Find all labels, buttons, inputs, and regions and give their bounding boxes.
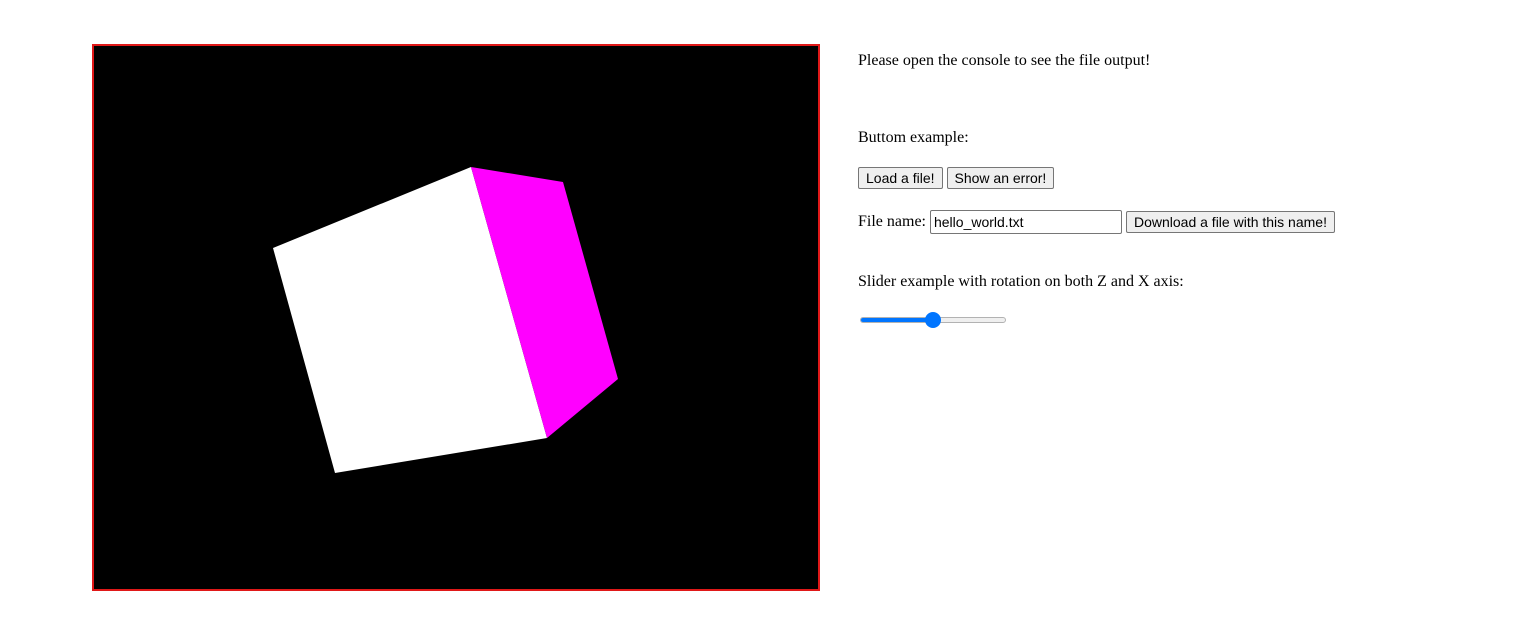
- file-name-row: File name: Download a file with this nam…: [858, 210, 1335, 234]
- download-file-button[interactable]: Download a file with this name!: [1125, 211, 1335, 233]
- slider-fill: [861, 318, 934, 322]
- console-note: Please open the console to see the file …: [858, 52, 1151, 69]
- page: Please open the console to see the file …: [0, 0, 1528, 638]
- slider-heading: Slider example with rotation on both Z a…: [858, 273, 1184, 290]
- show-error-button[interactable]: Show an error!: [946, 167, 1055, 189]
- button-row: Load a file! Show an error!: [858, 167, 1055, 189]
- rotation-slider[interactable]: [860, 312, 1006, 328]
- file-name-label: File name:: [858, 213, 926, 230]
- 3d-canvas[interactable]: [92, 44, 820, 591]
- cube-scene: [94, 46, 818, 589]
- file-name-input[interactable]: [929, 210, 1122, 234]
- button-example-heading: Buttom example:: [858, 129, 969, 146]
- slider-thumb[interactable]: [925, 312, 941, 328]
- load-file-button[interactable]: Load a file!: [858, 167, 943, 189]
